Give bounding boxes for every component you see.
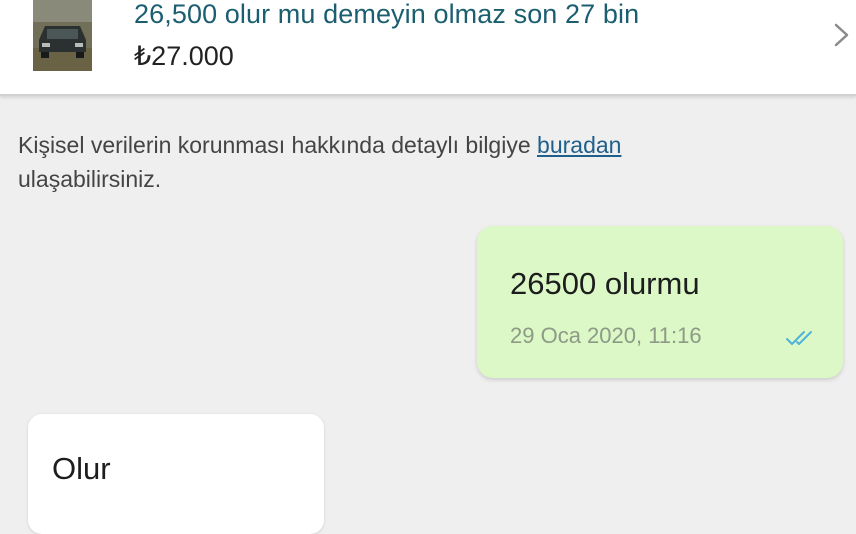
chevron-right-icon[interactable] <box>830 20 856 50</box>
listing-title[interactable]: 26,500 olur mu demeyin olmaz son 27 bin <box>134 0 639 30</box>
double-check-read-icon <box>785 330 821 346</box>
message-timestamp: 29 Oca 2020, 11:16 <box>510 323 702 348</box>
incoming-message-bubble[interactable]: Olur <box>28 414 324 534</box>
car-thumbnail[interactable] <box>33 0 92 71</box>
privacy-link[interactable]: buradan <box>537 132 621 158</box>
outgoing-message-bubble[interactable]: 26500 olurmu 29 Oca 2020, 11:16 <box>477 226 843 378</box>
privacy-notice-text: Kişisel verilerin korunması hakkında det… <box>18 132 531 158</box>
privacy-notice-text-end: ulaşabilirsiniz. <box>18 166 162 192</box>
listing-price: ₺27.000 <box>134 41 234 71</box>
message-text: Olur <box>52 451 111 486</box>
privacy-notice: Kişisel verilerin korunması hakkında det… <box>18 128 838 196</box>
listing-header[interactable]: 26,500 olur mu demeyin olmaz son 27 bin … <box>0 0 856 96</box>
message-text: 26500 olurmu <box>510 266 700 301</box>
